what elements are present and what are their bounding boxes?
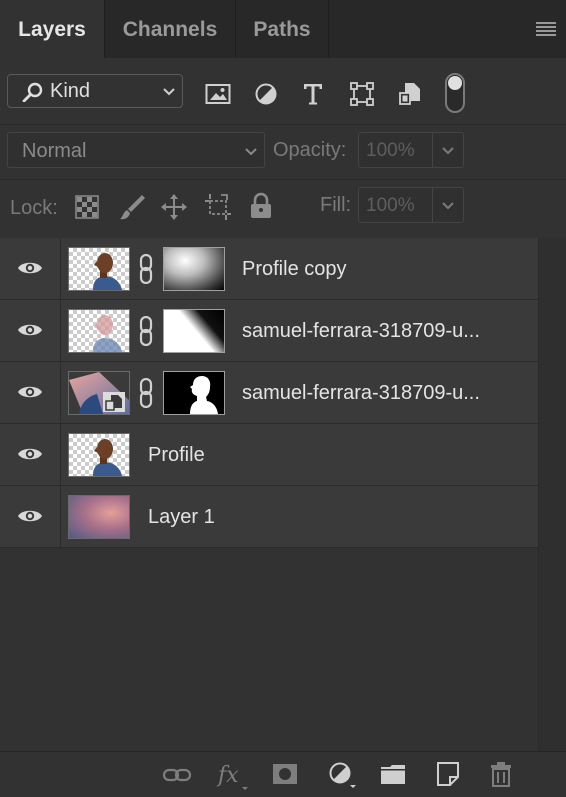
tab-paths[interactable]: Paths	[236, 0, 328, 58]
new-layer-icon[interactable]	[436, 761, 460, 787]
svg-text:fx: fx	[216, 763, 239, 788]
fill-dropdown-button[interactable]	[432, 188, 463, 222]
blend-row: Normal Opacity: 100%	[0, 124, 566, 179]
image-filter-icon[interactable]	[205, 83, 231, 105]
layers-bottom-toolbar: fx	[0, 751, 566, 797]
blend-mode-select[interactable]: Normal	[7, 132, 265, 168]
lock-transparent-pixels-icon[interactable]	[75, 195, 99, 219]
fill-field[interactable]: 100%	[358, 187, 464, 223]
layer-thumbnail	[68, 371, 130, 415]
opacity-dropdown-button[interactable]	[432, 133, 463, 167]
visibility-toggle[interactable]	[0, 362, 61, 423]
link-layers-icon[interactable]	[162, 765, 192, 785]
eye-icon	[18, 324, 42, 336]
fill-value: 100%	[366, 195, 415, 216]
layer-thumbnail	[68, 433, 130, 477]
toggle-knob	[448, 76, 462, 90]
layer-row[interactable]: samuel-ferrara-318709-u...	[0, 362, 538, 424]
eye-icon	[18, 386, 42, 398]
panel-tab-bar: Layers Channels Paths	[0, 0, 566, 58]
layer-row[interactable]: Profile copy	[0, 238, 538, 300]
portrait-profile-image	[93, 253, 122, 290]
chevron-down-icon	[245, 148, 257, 156]
portrait-faded-image	[93, 315, 122, 352]
eye-icon	[18, 510, 42, 522]
tab-channels[interactable]: Channels	[105, 0, 235, 58]
type-filter-icon[interactable]	[302, 82, 324, 106]
chevron-down-icon	[163, 88, 175, 96]
opacity-label: Opacity:	[273, 139, 347, 161]
layer-list-scrollbar[interactable]	[538, 238, 566, 751]
layer-name[interactable]: samuel-ferrara-318709-u...	[242, 320, 480, 343]
layer-name[interactable]: Profile copy	[242, 258, 347, 281]
layer-thumbnail	[68, 495, 130, 539]
layer-mask-thumbnail[interactable]	[163, 247, 225, 291]
new-group-folder-icon[interactable]	[380, 763, 406, 785]
link-chain-icon[interactable]	[137, 254, 155, 284]
chevron-down-icon	[442, 202, 454, 210]
opacity-value: 100%	[366, 140, 415, 161]
adjustment-filter-icon[interactable]	[254, 82, 278, 106]
opacity-field[interactable]: 100%	[358, 132, 464, 168]
delete-layer-trash-icon[interactable]	[489, 761, 513, 787]
layer-row[interactable]: samuel-ferrara-318709-u...	[0, 300, 538, 362]
layer-thumbnail	[68, 247, 130, 291]
portrait-profile-image	[93, 439, 122, 476]
layer-style-fx-icon[interactable]: fx	[216, 760, 250, 790]
lock-all-icon[interactable]	[249, 192, 273, 220]
smart-object-filter-icon[interactable]	[399, 82, 421, 106]
fill-label: Fill:	[320, 194, 352, 216]
layer-row[interactable]: Profile	[0, 424, 538, 486]
lock-row: Lock: Fill: 100%	[0, 179, 566, 239]
layer-mask-thumbnail[interactable]	[163, 309, 225, 353]
chevron-down-icon	[442, 147, 454, 155]
layer-name[interactable]: samuel-ferrara-318709-u...	[242, 382, 480, 405]
link-chain-icon[interactable]	[137, 378, 155, 408]
tab-divider	[328, 0, 329, 58]
blend-mode-label: Normal	[22, 140, 87, 162]
lock-artboard-icon[interactable]	[204, 193, 232, 221]
layer-filter-bar: Kind	[0, 58, 566, 124]
add-mask-icon[interactable]	[272, 763, 298, 785]
filter-toggle-switch[interactable]	[445, 73, 465, 113]
visibility-toggle[interactable]	[0, 424, 61, 485]
tab-layers[interactable]: Layers	[0, 0, 104, 58]
layer-name[interactable]: Profile	[148, 444, 205, 467]
layer-name[interactable]: Layer 1	[148, 506, 215, 529]
lock-image-pixels-icon[interactable]	[118, 193, 146, 221]
eye-icon	[18, 262, 42, 274]
panel-menu-icon[interactable]	[536, 21, 556, 37]
lock-label: Lock:	[10, 197, 58, 219]
smart-object-badge-icon	[103, 392, 125, 412]
silhouette-mask-image	[190, 376, 218, 414]
layer-mask-thumbnail[interactable]	[163, 371, 225, 415]
layer-thumbnail	[68, 309, 130, 353]
search-icon	[22, 82, 43, 102]
visibility-toggle[interactable]	[0, 300, 61, 361]
new-adjustment-layer-icon[interactable]	[328, 761, 358, 789]
visibility-toggle[interactable]	[0, 238, 61, 299]
filter-kind-label: Kind	[50, 80, 91, 102]
eye-icon	[18, 448, 42, 460]
visibility-toggle[interactable]	[0, 486, 61, 547]
filter-kind-select[interactable]: Kind	[7, 74, 183, 108]
link-chain-icon[interactable]	[137, 316, 155, 346]
layer-row[interactable]: Layer 1	[0, 486, 538, 548]
lock-position-icon[interactable]	[160, 193, 188, 221]
shape-filter-icon[interactable]	[350, 82, 374, 106]
